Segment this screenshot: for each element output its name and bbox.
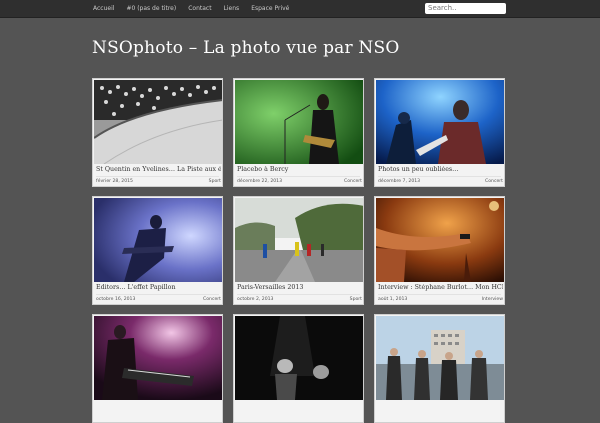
post-title[interactable]: Interview : Stéphane Burlot… Mon HCB xyxy=(378,284,503,291)
post-date: décembre 7, 2013 xyxy=(378,179,421,184)
post-category[interactable]: Sport xyxy=(209,179,221,184)
search-input[interactable] xyxy=(425,3,506,14)
post-category[interactable]: Concert xyxy=(485,179,503,184)
site-title[interactable]: NSOphoto – La photo vue par NSO xyxy=(92,38,400,58)
nav-liens[interactable]: Liens xyxy=(224,0,240,17)
post-meta: décembre 7, 2013 Concert xyxy=(378,179,503,186)
post-card[interactable] xyxy=(374,314,505,423)
post-thumbnail[interactable] xyxy=(376,316,504,400)
post-card[interactable]: Interview : Stéphane Burlot… Mon HCB aoû… xyxy=(374,196,505,305)
nav-espace-prive[interactable]: Espace Privé xyxy=(251,0,289,17)
post-title[interactable]: St Quentin en Yvelines… La Piste aux éto… xyxy=(96,166,221,173)
top-navigation-bar: Accueil #0 (pas de titre) Contact Liens … xyxy=(0,0,600,18)
nav-pas-de-titre[interactable]: #0 (pas de titre) xyxy=(126,0,176,17)
post-card[interactable]: Photos un peu oubliées… décembre 7, 2013… xyxy=(374,78,505,187)
post-category[interactable]: Concert xyxy=(344,179,362,184)
card-divider xyxy=(96,294,219,295)
post-title[interactable]: Photos un peu oubliées… xyxy=(378,166,503,173)
post-thumbnail[interactable] xyxy=(376,80,504,164)
post-thumbnail[interactable] xyxy=(94,198,222,282)
post-date: février 28, 2015 xyxy=(96,179,133,184)
post-category[interactable]: Interview xyxy=(482,297,503,302)
post-thumbnail[interactable] xyxy=(94,316,222,400)
post-card[interactable]: Paris-Versailles 2013 octobre 2, 2013 Sp… xyxy=(233,196,364,305)
post-category[interactable]: Sport xyxy=(350,297,362,302)
post-card[interactable]: Placebo à Bercy décembre 22, 2013 Concer… xyxy=(233,78,364,187)
post-card[interactable] xyxy=(233,314,364,423)
post-meta: décembre 22, 2013 Concert xyxy=(237,179,362,186)
post-date: octobre 2, 2013 xyxy=(237,297,274,302)
main-menu: Accueil #0 (pas de titre) Contact Liens … xyxy=(93,0,301,17)
card-divider xyxy=(96,176,219,177)
post-thumbnail[interactable] xyxy=(376,198,504,282)
card-divider xyxy=(237,294,360,295)
card-divider xyxy=(378,294,501,295)
post-meta: octobre 2, 2013 Sport xyxy=(237,297,362,304)
post-title[interactable]: Placebo à Bercy xyxy=(237,166,362,173)
post-card[interactable]: Editors… L'effet Papillon octobre 16, 20… xyxy=(92,196,223,305)
card-divider xyxy=(378,176,501,177)
post-card[interactable] xyxy=(92,314,223,423)
post-thumbnail[interactable] xyxy=(235,198,363,282)
post-title[interactable]: Editors… L'effet Papillon xyxy=(96,284,221,291)
post-category[interactable]: Concert xyxy=(203,297,221,302)
post-thumbnail[interactable] xyxy=(235,316,363,400)
post-date: octobre 16, 2013 xyxy=(96,297,136,302)
post-date: août 1, 2013 xyxy=(378,297,408,302)
post-title[interactable]: Paris-Versailles 2013 xyxy=(237,284,362,291)
post-thumbnail[interactable] xyxy=(235,80,363,164)
post-meta: octobre 16, 2013 Concert xyxy=(96,297,221,304)
nav-accueil[interactable]: Accueil xyxy=(93,0,114,17)
post-meta: février 28, 2015 Sport xyxy=(96,179,221,186)
post-card[interactable]: St Quentin en Yvelines… La Piste aux éto… xyxy=(92,78,223,187)
card-divider xyxy=(237,176,360,177)
nav-contact[interactable]: Contact xyxy=(188,0,211,17)
post-meta: août 1, 2013 Interview xyxy=(378,297,503,304)
post-date: décembre 22, 2013 xyxy=(237,179,283,184)
post-thumbnail[interactable] xyxy=(94,80,222,164)
